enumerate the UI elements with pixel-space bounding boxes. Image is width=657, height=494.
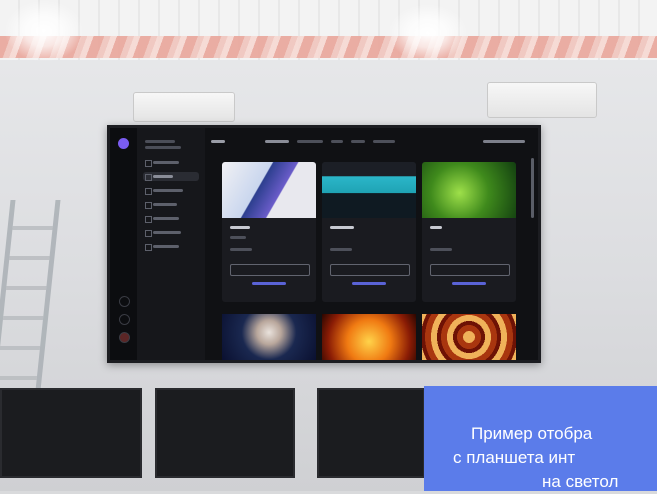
scrollbar — [531, 158, 534, 218]
caption-box: Пример отобра с планшета инт на светол — [424, 386, 657, 491]
card-title-1 — [230, 226, 250, 229]
content-card-2 — [322, 162, 416, 302]
card-meta-1a — [230, 236, 246, 239]
card-title-3 — [430, 226, 442, 229]
filter-tab-2 — [297, 140, 323, 143]
card-meta-1b — [230, 248, 252, 251]
ceiling-lamp-left — [4, 0, 84, 62]
ceiling-lamp-right — [388, 4, 468, 62]
filter-tab-1 — [265, 140, 289, 143]
caption-line-1: Пример отобра — [471, 424, 593, 443]
card-button-3 — [430, 264, 510, 276]
content-card-1 — [222, 162, 316, 302]
card-button-2 — [330, 264, 410, 276]
filter-tab-3 — [331, 140, 343, 143]
create-button — [483, 140, 525, 143]
card-link-3 — [452, 282, 486, 285]
sidebar-item-5 — [143, 214, 199, 223]
air-conditioner-right — [487, 82, 597, 118]
app-rail — [110, 128, 137, 360]
page-title — [211, 140, 225, 143]
desk-monitor-3 — [317, 388, 425, 478]
card-thumbnail-6 — [422, 314, 516, 360]
rail-icon-1 — [119, 296, 130, 307]
app-logo-icon — [118, 138, 129, 149]
card-link-1 — [252, 282, 286, 285]
content-card-3 — [422, 162, 516, 302]
card-meta-3 — [430, 248, 452, 251]
card-thumbnail-5 — [322, 314, 416, 360]
rail-icon-3 — [119, 332, 130, 343]
sidebar-header — [145, 140, 175, 143]
sidebar-item-4 — [143, 200, 199, 209]
sidebar-item-1 — [143, 158, 199, 167]
card-button-1 — [230, 264, 310, 276]
rail-icon-2 — [119, 314, 130, 325]
card-thumbnail-1 — [222, 162, 316, 218]
filter-tab-5 — [373, 140, 395, 143]
sidebar-item-6 — [143, 228, 199, 237]
desk-monitor-2 — [155, 388, 295, 478]
top-bar — [205, 128, 538, 154]
card-link-2 — [352, 282, 386, 285]
caption-line-2: с планшета инт — [453, 448, 576, 467]
wall-display — [107, 125, 541, 363]
sidebar-item-active — [143, 172, 199, 181]
caption-line-3: на светол — [542, 472, 619, 491]
card-meta-2 — [330, 248, 352, 251]
air-conditioner-left — [133, 92, 235, 122]
card-thumbnail-4 — [222, 314, 316, 360]
filter-tab-4 — [351, 140, 365, 143]
sidebar-header-sub — [145, 146, 181, 149]
card-thumbnail-2 — [322, 162, 416, 218]
card-thumbnail-3 — [422, 162, 516, 218]
ceiling-decor-trim — [0, 36, 657, 58]
sidebar-item-3 — [143, 186, 199, 195]
card-title-2 — [330, 226, 354, 229]
sidebar-item-7 — [143, 242, 199, 251]
desk-monitor-1 — [0, 388, 142, 478]
sidebar — [137, 128, 205, 360]
